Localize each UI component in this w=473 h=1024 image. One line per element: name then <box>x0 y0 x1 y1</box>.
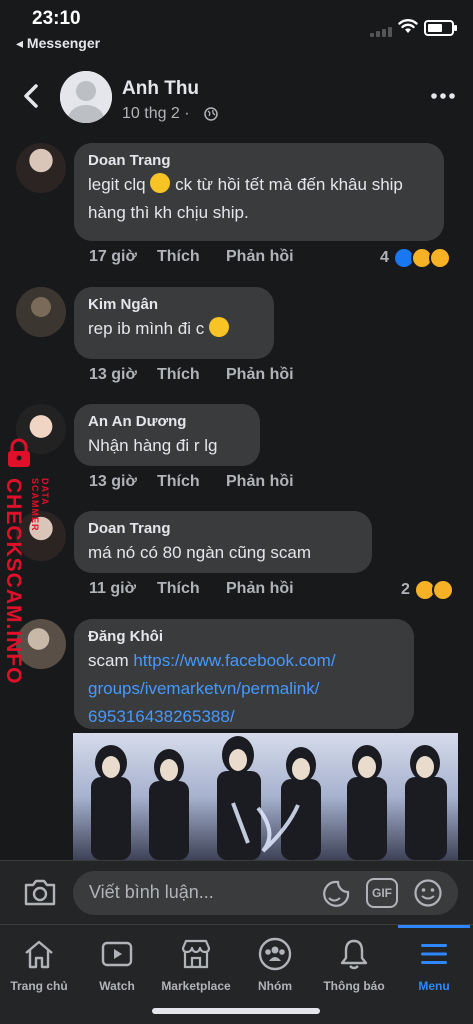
sad-reaction-icon <box>428 247 451 269</box>
comment-bubble: An An Dương Nhận hàng đi r lg <box>74 404 260 466</box>
reaction-summary[interactable]: 4 <box>380 247 451 269</box>
like-button[interactable]: Thích <box>157 580 226 598</box>
group-photo-image <box>73 733 458 860</box>
camera-icon[interactable] <box>22 876 58 908</box>
home-indicator <box>152 1008 320 1014</box>
battery-icon <box>424 20 457 36</box>
comment-author[interactable]: Kim Ngân <box>88 295 260 315</box>
nav-label: Watch <box>99 979 135 993</box>
lock-icon <box>8 438 30 467</box>
nav-item-groups[interactable]: Nhóm <box>230 935 320 993</box>
comment-actions: 11 giờ Thích Phản hồi <box>89 580 294 598</box>
menu-icon <box>421 944 447 964</box>
sticker-icon[interactable] <box>320 878 352 910</box>
status-bar: 23:10 ◂ Messenger <box>0 0 473 60</box>
cellular-signal-icon <box>370 27 392 37</box>
post-header: Anh Thu 10 thg 2 · <box>0 60 473 138</box>
comment-input-placeholder: Viết bình luận... <box>89 882 214 902</box>
default-avatar-icon <box>60 71 112 123</box>
comment-author[interactable]: An An Dương <box>88 412 246 432</box>
comment-text-part: scam <box>88 651 134 670</box>
active-tab-indicator <box>398 925 470 928</box>
comment-bubble: Doan Trang má nó có 80 ngàn cũng scam <box>74 511 372 573</box>
comment-text: legit clq ck từ hồi tết mà đến khâu ship… <box>88 171 430 227</box>
reply-button[interactable]: Phản hồi <box>226 580 294 598</box>
comment-time: 17 giờ <box>89 248 137 265</box>
comment-author[interactable]: Doan Trang <box>88 151 430 171</box>
watch-icon <box>101 941 133 967</box>
wifi-icon <box>398 19 418 33</box>
reply-button[interactable]: Phản hồi <box>226 366 294 384</box>
sad-reaction-icon <box>431 579 454 601</box>
comment-link[interactable]: 695316438265388/ <box>88 707 235 726</box>
post-date: 10 thg 2 · <box>122 105 190 122</box>
more-options-icon[interactable] <box>430 86 456 106</box>
comment-time: 13 giờ <box>89 473 137 490</box>
reaction-summary[interactable]: 2 <box>401 579 454 601</box>
like-button[interactable]: Thích <box>157 473 226 491</box>
commenter-avatar[interactable] <box>16 143 66 193</box>
comment-link[interactable]: https://www.facebook.com/ <box>133 651 335 670</box>
comment-photo[interactable] <box>73 733 458 860</box>
comment-time: 11 giờ <box>89 580 136 597</box>
emoji-icon[interactable] <box>413 878 443 908</box>
nav-label: Nhóm <box>258 979 292 993</box>
reply-button[interactable]: Phản hồi <box>226 248 294 266</box>
comment-text: má nó có 80 ngàn cũng scam <box>88 543 312 562</box>
like-button[interactable]: Thích <box>157 366 226 384</box>
watermark-tag: DATA SCAMMER <box>30 478 50 532</box>
comment-author[interactable]: Doan Trang <box>88 519 358 539</box>
comment-text: rep ib mình đi c <box>88 315 260 343</box>
back-arrow-icon[interactable] <box>18 80 46 112</box>
nav-item-watch[interactable]: Watch <box>72 935 162 993</box>
reaction-count: 4 <box>380 249 389 266</box>
comment-author[interactable]: Đăng Khôi <box>88 627 400 647</box>
comment-text-part: legit clq <box>88 175 151 194</box>
comment-text-part: rep ib mình đi c <box>88 319 209 338</box>
marketplace-icon <box>181 939 211 969</box>
reply-button[interactable]: Phản hồi <box>226 473 294 491</box>
globe-icon <box>204 107 218 121</box>
nav-item-notifications[interactable]: Thông báo <box>309 935 399 993</box>
comment-bubble: Doan Trang legit clq ck từ hồi tết mà đế… <box>74 143 444 241</box>
comment-text: Nhận hàng đi r lg <box>88 436 218 455</box>
comment-time: 13 giờ <box>89 366 137 383</box>
gif-button[interactable]: GIF <box>366 878 398 908</box>
nav-label: Menu <box>418 979 450 993</box>
nav-item-menu[interactable]: Menu <box>389 935 473 993</box>
watermark-brand: CHECKSCAM.INFO <box>2 478 25 685</box>
commenter-avatar[interactable] <box>16 287 66 337</box>
like-button[interactable]: Thích <box>157 248 226 266</box>
grinning-face-emoji-icon <box>208 317 229 337</box>
comment-bubble: Kim Ngân rep ib mình đi c <box>74 287 274 359</box>
author-avatar[interactable] <box>60 71 112 123</box>
comment-link[interactable]: groups/ivemarketvn/permalink/ <box>88 679 319 698</box>
status-time: 23:10 <box>32 8 81 29</box>
comment-text: scam https://www.facebook.com/ groups/iv… <box>88 647 400 731</box>
groups-icon <box>258 937 292 971</box>
nav-label: Marketplace <box>161 979 231 993</box>
back-to-app-link[interactable]: ◂ Messenger <box>16 35 100 52</box>
comment-bubble: Đăng Khôi scam https://www.facebook.com/… <box>74 619 414 729</box>
comment-composer: Viết bình luận... GIF <box>0 860 473 924</box>
comment-actions: 13 giờ Thích Phản hồi <box>89 366 294 384</box>
reaction-count: 2 <box>401 581 410 598</box>
nav-item-marketplace[interactable]: Marketplace <box>151 935 241 993</box>
home-icon <box>25 940 53 969</box>
post-author-name[interactable]: Anh Thu <box>122 78 199 100</box>
nav-label: Thông báo <box>323 979 385 993</box>
bell-icon <box>340 939 368 970</box>
comment-actions: 13 giờ Thích Phản hồi <box>89 473 294 491</box>
smiling-face-emoji-icon <box>150 173 171 193</box>
comment-actions: 17 giờ Thích Phản hồi <box>89 248 294 266</box>
